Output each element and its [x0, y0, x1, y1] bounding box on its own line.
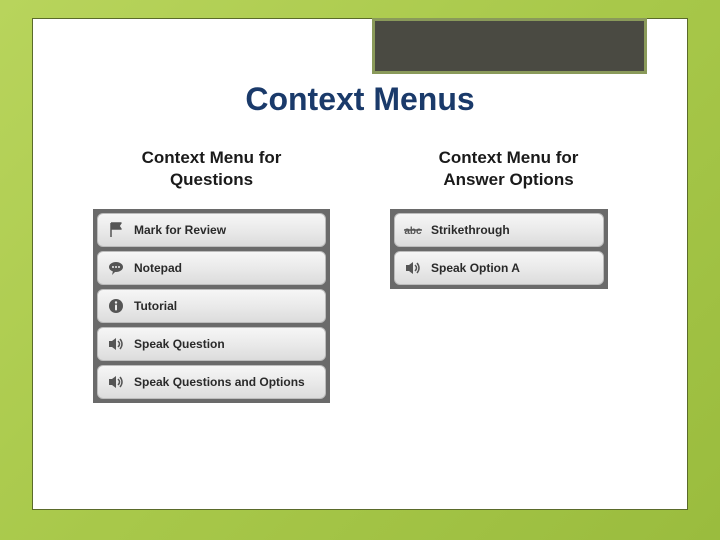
- menu-item-label: Mark for Review: [134, 223, 226, 237]
- columns: Context Menu for Questions Mark for Revi…: [93, 147, 627, 489]
- column-questions-heading: Context Menu for Questions: [93, 147, 330, 191]
- menu-item-label: Strikethrough: [431, 223, 510, 237]
- svg-text:abc: abc: [404, 226, 422, 237]
- context-menu-answer-options: abc Strikethrough Speak Option A: [390, 209, 608, 289]
- flag-icon: [106, 220, 126, 240]
- column-questions: Context Menu for Questions Mark for Revi…: [93, 147, 330, 489]
- menu-item-notepad[interactable]: Notepad: [97, 251, 326, 285]
- heading-line: Context Menu for: [439, 148, 579, 167]
- speech-icon: [106, 258, 126, 278]
- menu-item-speak-option-a[interactable]: Speak Option A: [394, 251, 604, 285]
- menu-item-strikethrough[interactable]: abc Strikethrough: [394, 213, 604, 247]
- column-answer-options-heading: Context Menu for Answer Options: [390, 147, 627, 191]
- heading-line: Context Menu for: [142, 148, 282, 167]
- slide-title: Context Menus: [33, 81, 687, 118]
- slide-frame: Context Menus Context Menu for Questions…: [32, 18, 688, 510]
- column-answer-options: Context Menu for Answer Options abc Stri…: [390, 147, 627, 489]
- context-menu-questions: Mark for Review Notepad Tutorial: [93, 209, 330, 403]
- menu-item-label: Notepad: [134, 261, 182, 275]
- speaker-icon: [106, 372, 126, 392]
- heading-line: Questions: [170, 170, 253, 189]
- menu-item-mark-for-review[interactable]: Mark for Review: [97, 213, 326, 247]
- menu-item-label: Tutorial: [134, 299, 177, 313]
- menu-item-label: Speak Question: [134, 337, 225, 351]
- menu-item-label: Speak Option A: [431, 261, 520, 275]
- heading-line: Answer Options: [443, 170, 573, 189]
- menu-item-speak-question[interactable]: Speak Question: [97, 327, 326, 361]
- speaker-icon: [106, 334, 126, 354]
- strikethrough-icon: abc: [403, 220, 423, 240]
- info-icon: [106, 296, 126, 316]
- menu-item-tutorial[interactable]: Tutorial: [97, 289, 326, 323]
- accent-box: [372, 18, 647, 74]
- menu-item-label: Speak Questions and Options: [134, 375, 305, 389]
- menu-item-speak-questions-and-options[interactable]: Speak Questions and Options: [97, 365, 326, 399]
- speaker-icon: [403, 258, 423, 278]
